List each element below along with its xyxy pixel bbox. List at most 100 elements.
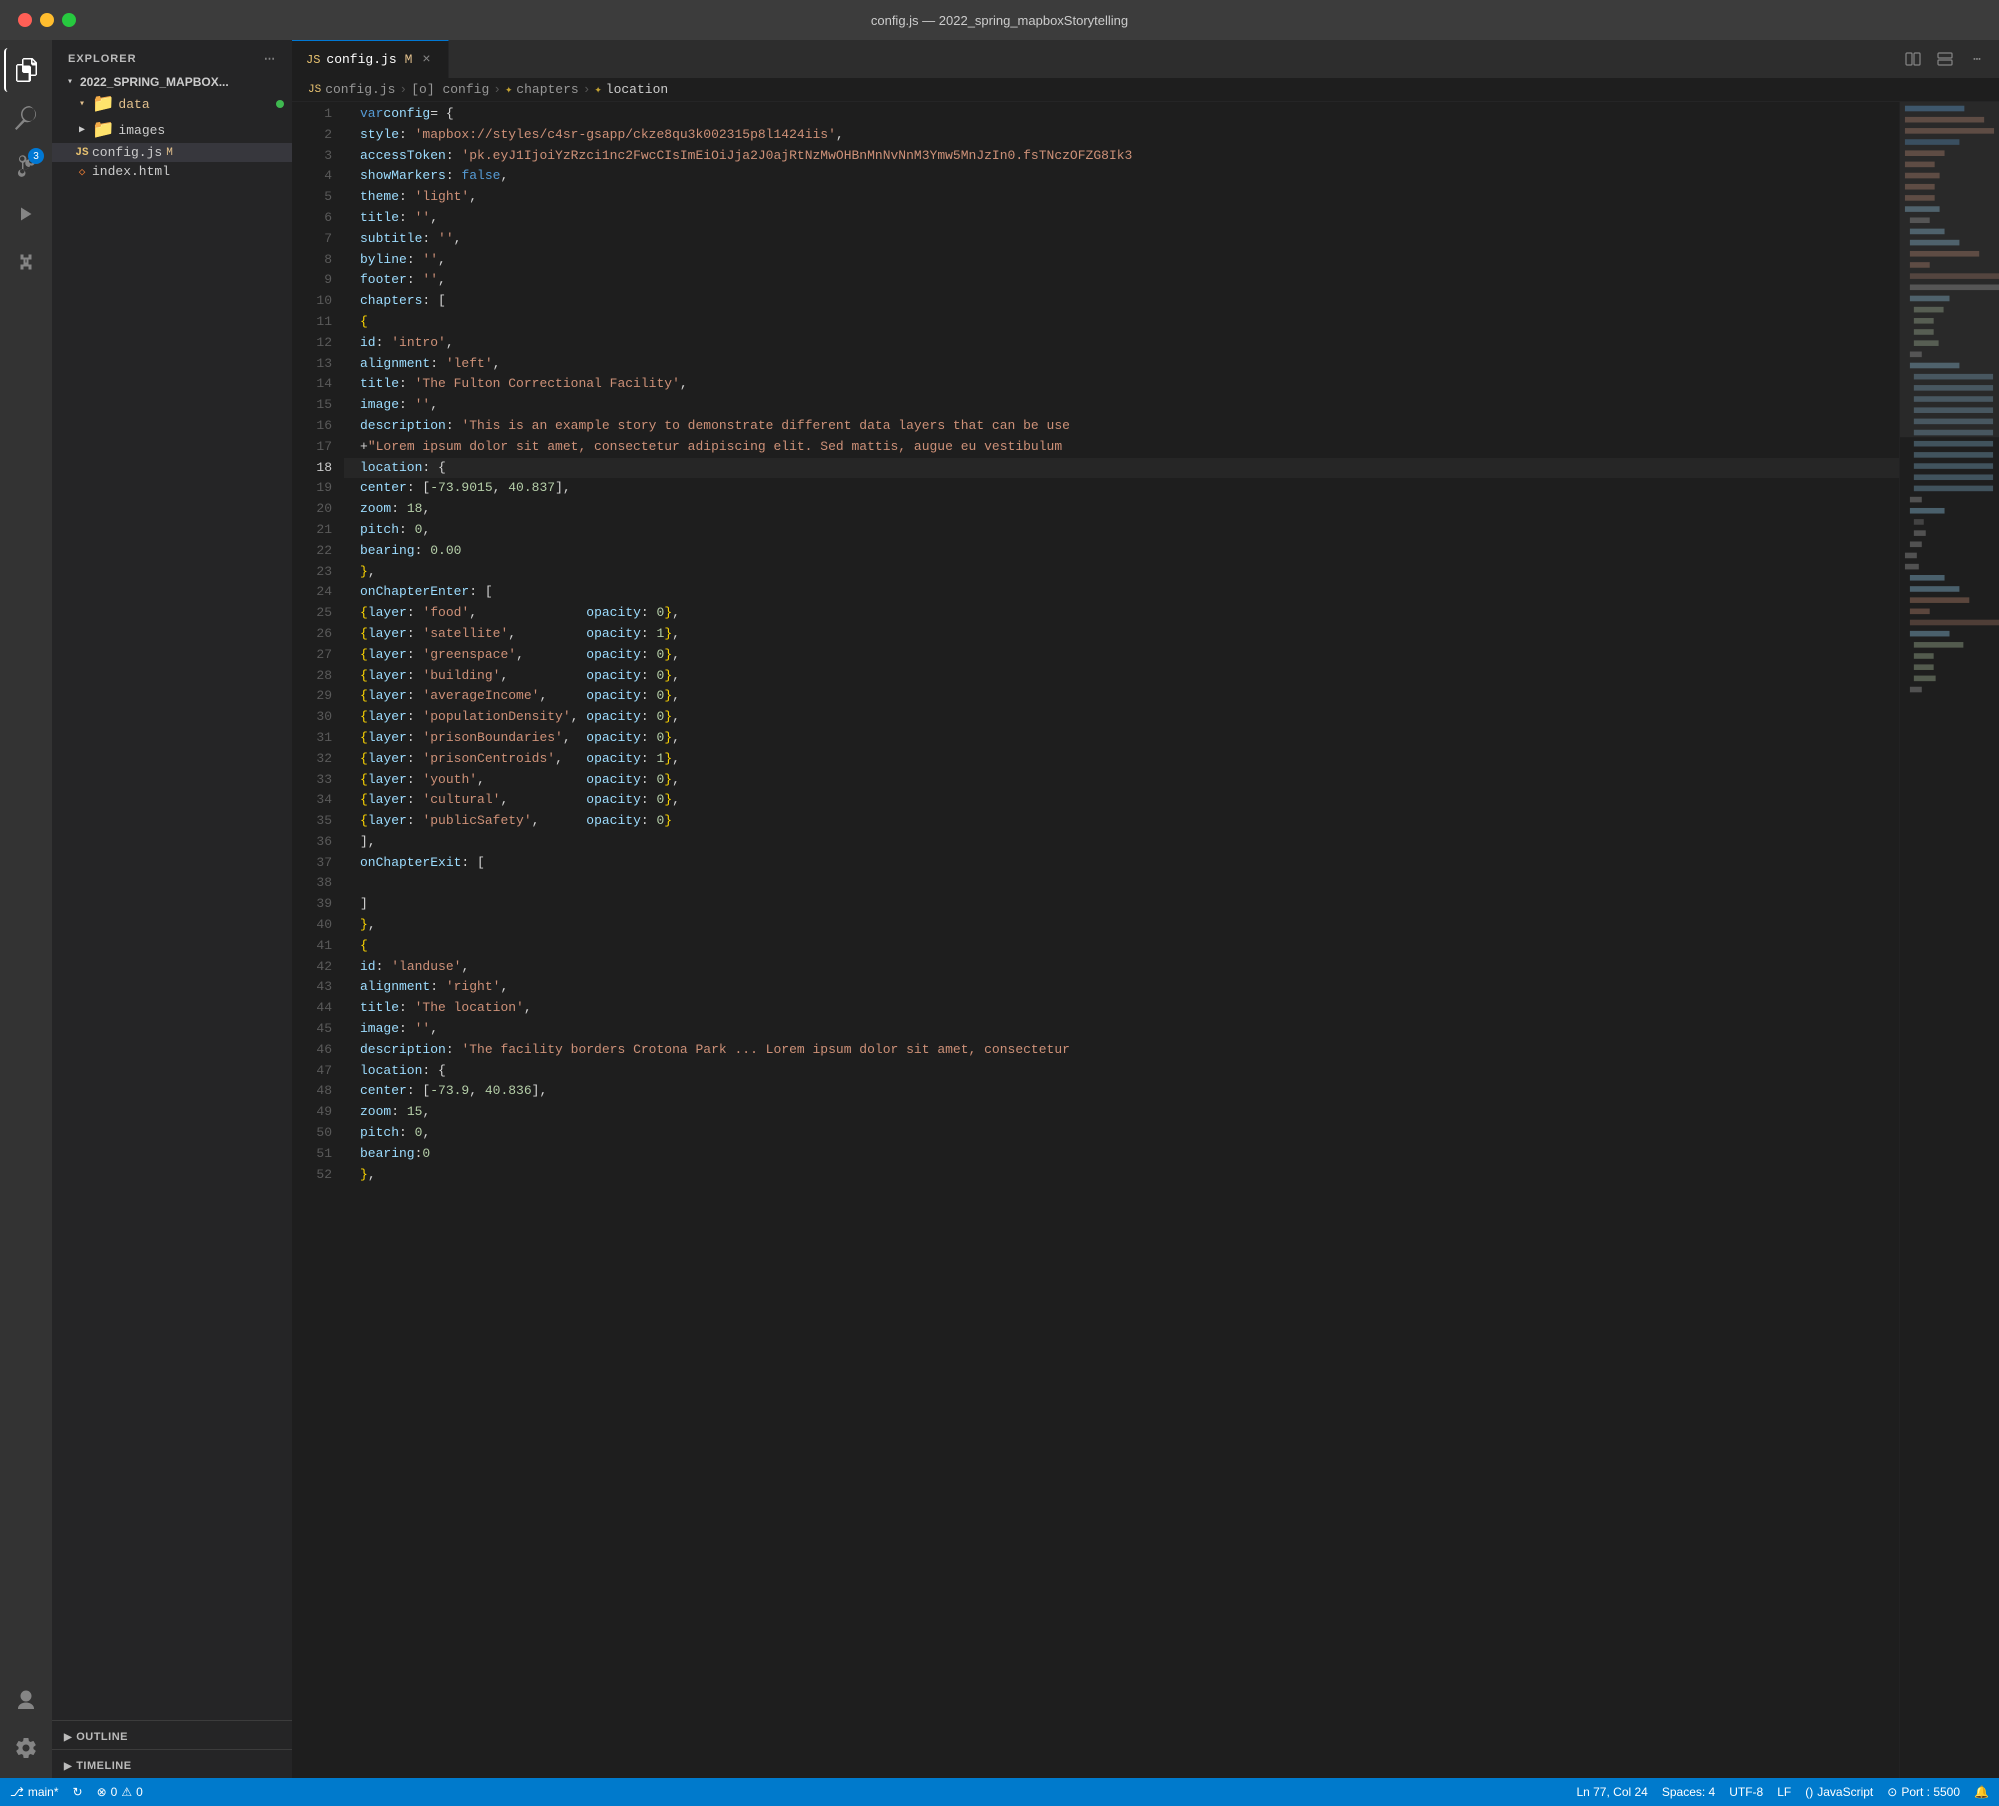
maximize-button[interactable] [62,13,76,27]
breadcrumb-chapters[interactable]: chapters [516,82,578,97]
ln-44: 44 [292,998,332,1019]
file-tree: ▾ 2022_SPRING_MAPBOX... ▾ 📁 data ▶ 📁 ima… [52,73,292,1720]
code-line-30: {layer: 'populationDensity', opacity: 0}… [344,707,1899,728]
code-line-37: onChapterExit: [ [344,853,1899,874]
activity-account[interactable] [4,1678,48,1722]
code-line-7: subtitle: '', [344,229,1899,250]
more-actions-button[interactable]: ⋯ [1963,45,1991,73]
ln-20: 20 [292,499,332,520]
position-text: Ln 77, Col 24 [1576,1785,1647,1799]
ln-4: 4 [292,166,332,187]
status-right: Ln 77, Col 24 Spaces: 4 UTF-8 LF () Java… [1576,1785,1989,1799]
breadcrumb-chapters-icon: ✦ [505,82,512,97]
activity-explorer[interactable] [4,48,48,92]
tree-item-index-html[interactable]: ◇ index.html [52,162,292,181]
status-language[interactable]: () JavaScript [1805,1785,1873,1799]
editor-content: 1 2 3 4 5 6 7 8 9 10 11 12 13 14 15 16 1… [292,102,1999,1778]
code-line-16: description: 'This is an example story t… [344,416,1899,437]
ln-12: 12 [292,333,332,354]
ln-22: 22 [292,541,332,562]
port-text: Port : 5500 [1901,1785,1960,1799]
code-line-18: location: { [344,458,1899,479]
explorer-actions[interactable]: ⋯ [264,52,276,65]
timeline-label: TIMELINE [76,1760,131,1772]
layout-button[interactable] [1931,45,1959,73]
modified-dot [276,100,284,108]
activity-run[interactable] [4,192,48,236]
code-line-25: {layer: 'food', opacity: 0 }, [344,603,1899,624]
status-position[interactable]: Ln 77, Col 24 [1576,1785,1647,1799]
code-editor[interactable]: var config = { style: 'mapbox://styles/c… [344,102,1899,1778]
explorer-label: EXPLORER [68,53,137,65]
ln-18: 18 [292,458,332,479]
status-left: ⎇ main* ↻ ⊗ 0 ⚠ 0 [10,1785,143,1799]
split-editor-button[interactable] [1899,45,1927,73]
activity-bottom [4,1678,48,1778]
ln-51: 51 [292,1144,332,1165]
ln-16: 16 [292,416,332,437]
ln-3: 3 [292,146,332,167]
outline-header[interactable]: ▶ OUTLINE [56,1727,292,1747]
minimize-button[interactable] [40,13,54,27]
ln-41: 41 [292,936,332,957]
minimap[interactable] [1899,102,1999,1778]
encoding-text: UTF-8 [1729,1785,1763,1799]
status-sync[interactable]: ↻ [73,1785,83,1799]
ln-17: 17 [292,437,332,458]
code-line-40: }, [344,915,1899,936]
config-js-label: config.js [92,145,162,160]
close-button[interactable] [18,13,32,27]
ln-32: 32 [292,749,332,770]
activity-source-control[interactable]: 3 [4,144,48,188]
breadcrumb-location-icon: ✦ [595,82,602,97]
code-line-9: footer: '', [344,270,1899,291]
ln-47: 47 [292,1061,332,1082]
tree-root-folder[interactable]: ▾ 2022_SPRING_MAPBOX... [52,73,292,91]
code-line-11: { [344,312,1899,333]
code-line-5: theme: 'light', [344,187,1899,208]
ln-31: 31 [292,728,332,749]
tree-item-config-js[interactable]: JS config.js M [52,143,292,162]
tree-item-images[interactable]: ▶ 📁 images [52,117,292,143]
branch-name: main* [28,1785,59,1799]
tab-close-button[interactable]: × [418,52,434,68]
breadcrumb-file[interactable]: config.js [325,82,395,97]
code-line-8: byline: '', [344,250,1899,271]
activity-search[interactable] [4,96,48,140]
code-line-29: {layer: 'averageIncome', opacity: 0}, [344,686,1899,707]
tree-item-data[interactable]: ▾ 📁 data [52,91,292,117]
code-line-2: style: 'mapbox://styles/c4sr-gsapp/ckze8… [344,125,1899,146]
code-line-48: center: [-73.9, 40.836], [344,1081,1899,1102]
status-eol[interactable]: LF [1777,1785,1791,1799]
ln-5: 5 [292,187,332,208]
timeline-chevron-icon: ▶ [64,1761,72,1772]
activity-settings[interactable] [4,1726,48,1770]
outline-chevron-icon: ▶ [64,1732,72,1743]
ln-29: 29 [292,686,332,707]
ln-1: 1 [292,104,332,125]
code-line-20: zoom: 18, [344,499,1899,520]
ln-10: 10 [292,291,332,312]
status-notification[interactable]: 🔔 [1974,1785,1989,1799]
tab-config-js[interactable]: JS config.js M × [292,40,449,78]
status-port[interactable]: ⊙ Port : 5500 [1887,1785,1960,1799]
activity-extensions[interactable] [4,240,48,284]
ln-25: 25 [292,603,332,624]
status-encoding[interactable]: UTF-8 [1729,1785,1763,1799]
port-icon: ⊙ [1887,1785,1897,1799]
code-line-21: pitch: 0, [344,520,1899,541]
ln-9: 9 [292,270,332,291]
app-container: 3 EXPLORER ⋯ ▾ [0,40,1999,1778]
ln-36: 36 [292,832,332,853]
breadcrumb-location[interactable]: location [606,82,668,97]
status-errors[interactable]: ⊗ 0 ⚠ 0 [97,1785,143,1799]
line-numbers: 1 2 3 4 5 6 7 8 9 10 11 12 13 14 15 16 1… [292,102,344,1778]
breadcrumb-config[interactable]: [o] config [411,82,489,97]
status-branch[interactable]: ⎇ main* [10,1785,59,1799]
window-controls[interactable] [18,13,76,27]
status-spaces[interactable]: Spaces: 4 [1662,1785,1715,1799]
timeline-header[interactable]: ▶ TIMELINE [56,1756,292,1776]
code-line-22: bearing: 0.00 [344,541,1899,562]
source-control-badge: 3 [28,148,44,164]
ln-52: 52 [292,1165,332,1186]
